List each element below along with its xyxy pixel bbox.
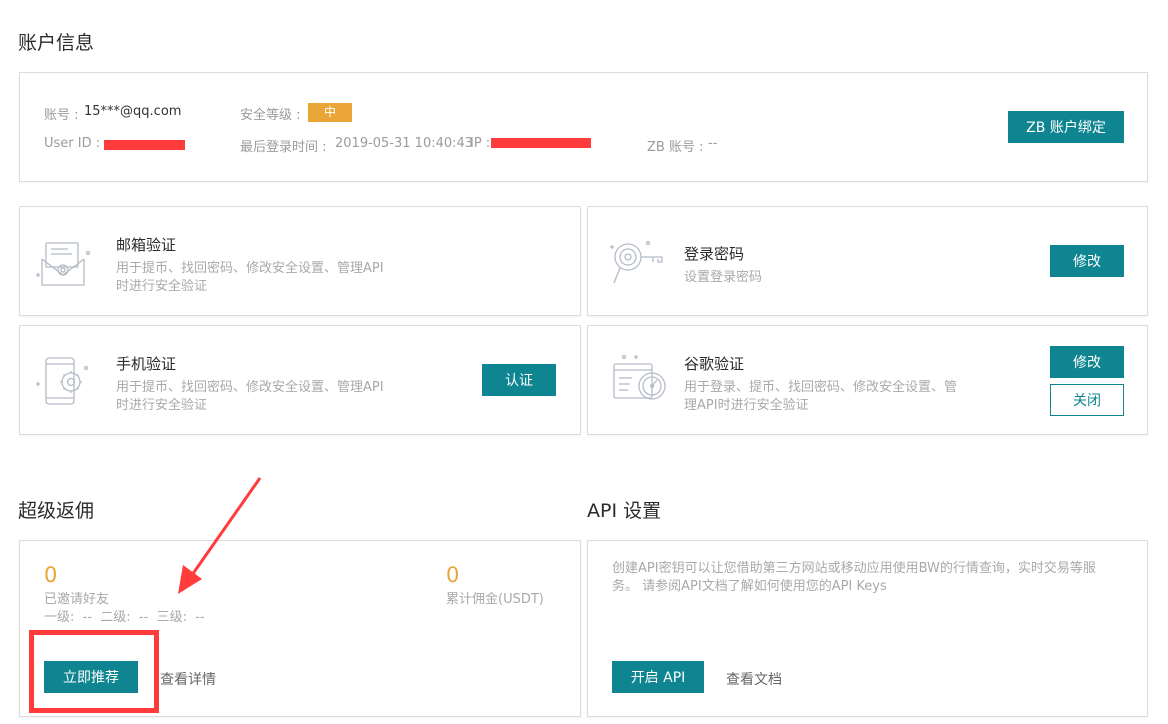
annotation-arrow-icon (178, 477, 262, 594)
